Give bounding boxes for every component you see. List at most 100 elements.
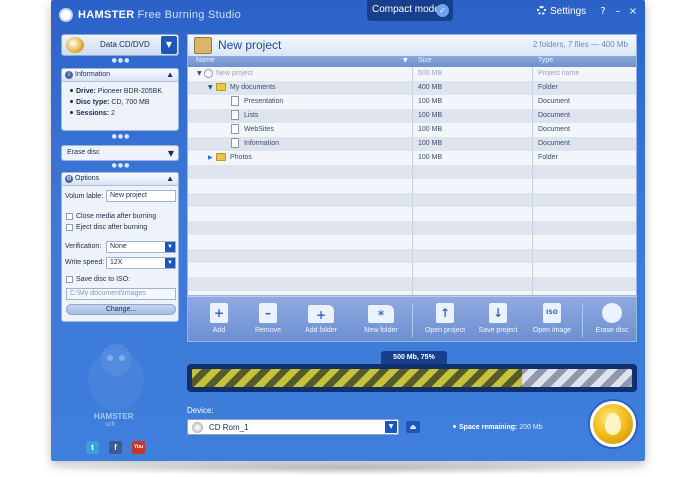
panel-grip[interactable]: ●●● [111,133,131,140]
compact-mode-button[interactable]: Compact mode ✓ [367,0,453,21]
save-project-button[interactable]: ↓ Save project [468,303,528,334]
options-header[interactable]: ⚙ Options ▲ [62,173,178,186]
information-header[interactable]: i Information ▲ [62,69,178,82]
panel-grip[interactable]: ●●● [111,162,131,169]
column-type[interactable]: Type [538,57,553,64]
sessions-info: Sessions: 2 [70,110,115,117]
device-label: Device: [187,406,214,415]
column-divider[interactable] [412,67,413,295]
table-header: Name ▼ Size Type [188,56,636,67]
new-folder-button[interactable]: * New folder [351,303,411,334]
expand-arrow-icon[interactable]: ▶ [208,154,213,161]
panel-grip[interactable]: ●●● [111,57,131,64]
eject-button[interactable]: ⏏ [406,421,420,433]
disc-type-value: CD, 700 MB [111,99,150,106]
save-iso-label: Save disc to ISO: [76,276,131,283]
file-table: Name ▼ Size Type ▼ New project 500 MB Pr… [187,56,637,296]
row-type: Folder [538,84,558,91]
iso-path-input[interactable]: C:\My document\Images [66,288,176,300]
collapse-arrow-icon[interactable]: ▼ [208,84,213,91]
options-title: Options [75,175,100,182]
column-size[interactable]: Size [418,57,432,64]
erase-disc-panel[interactable]: Erase disc ▼ [61,145,179,161]
eject-disc-checkbox[interactable] [66,224,73,231]
remove-label: Remove [254,327,282,334]
space-remaining-label: Space remaining: [459,424,518,431]
disc-mode-dropdown[interactable]: Data CD/DVD ▼ [61,34,179,56]
project-icon [194,37,212,54]
write-speed-value: 12X [110,259,123,266]
erase-disc-tool-label: Erase disc [595,327,629,334]
collapse-arrow-icon[interactable]: ▼ [197,70,202,77]
save-iso-checkbox[interactable] [66,276,73,283]
settings-button[interactable]: Settings [537,6,586,17]
disc-icon [204,69,213,78]
burn-button[interactable] [590,401,636,447]
minimize-button[interactable]: – [612,6,624,17]
column-divider[interactable] [532,67,533,295]
project-title[interactable]: New project [218,38,281,52]
close-button[interactable]: × [627,6,639,17]
window-shadow [30,461,666,475]
row-name: Presentation [244,98,284,105]
open-image-label: Open image [532,327,572,334]
action-toolbar: + Add – Remove + Add folder * New folder… [187,296,637,342]
flame-icon [605,413,621,435]
device-select[interactable]: CD Rom_1 ▼ [187,419,399,435]
app-title: HAMSTER Free Burning Studio [78,9,241,21]
toolbar-divider [412,303,413,337]
facebook-icon[interactable]: f [109,441,122,454]
document-icon [231,124,239,134]
sort-arrow-icon[interactable]: ▼ [403,57,408,64]
open-project-button[interactable]: ↑ Open project [415,303,475,334]
eject-disc-label: Eject disc after burning [76,224,148,231]
row-size: 100 MB [418,112,443,119]
row-name: Information [244,140,280,147]
column-name[interactable]: Name [196,57,215,64]
progress-caption: 500 Mb, 75% [381,351,447,364]
close-media-checkbox[interactable] [66,213,73,220]
add-folder-icon: + [308,305,334,323]
document-icon [231,138,239,148]
row-size: 500 MB [418,70,443,77]
row-name: Photos [230,154,252,161]
add-folder-button[interactable]: + Add folder [291,303,351,334]
document-icon [231,110,239,120]
chevron-up-icon[interactable]: ▲ [166,174,174,183]
row-type: Document [538,126,570,133]
compact-mode-label: Compact mode [372,4,440,15]
chevron-up-icon[interactable]: ▲ [166,70,174,79]
chevron-down-icon: ▼ [161,36,177,54]
help-button[interactable]: ? [597,6,609,17]
row-size: 100 MB [418,154,443,161]
row-size: 100 MB [418,126,443,133]
hamster-logo-icon [59,8,73,22]
options-panel: ⚙ Options ▲ Volum lable: New project Clo… [61,172,179,322]
remove-button[interactable]: – Remove [238,303,298,334]
volume-label-input[interactable]: New project [106,190,176,202]
sessions-value: 2 [111,110,115,117]
twitter-icon[interactable]: t [86,441,99,454]
volume-label-label: Volum lable: [65,193,104,200]
remove-file-icon: – [259,303,277,323]
row-name: Lists [244,112,259,119]
verification-value: None [110,243,127,250]
verification-select[interactable]: None ▼ [106,241,176,253]
settings-label: Settings [550,6,587,17]
write-speed-select[interactable]: 12X ▼ [106,257,176,269]
row-name: My documents [230,84,276,91]
write-speed-label: Write speed: [65,259,105,266]
information-title: Information [75,71,111,78]
disc-mode-label: Data CD/DVD [100,40,150,49]
row-type: Project name [538,70,580,77]
checkmark-icon: ✓ [436,4,449,17]
row-name: New project [216,70,253,77]
erase-disc-button[interactable]: Erase disc [582,303,642,334]
cd-drive-icon [192,422,203,433]
disc-type-info: Disc type: CD, 700 MB [70,99,150,106]
space-remaining: Space remaining: 200 Mb [453,424,543,431]
change-button[interactable]: Change... [66,304,176,315]
youtube-icon[interactable]: You [132,441,145,454]
open-image-button[interactable]: ISO Open image [522,303,582,334]
drive-value: Pioneer BDR-205BK [97,88,162,95]
